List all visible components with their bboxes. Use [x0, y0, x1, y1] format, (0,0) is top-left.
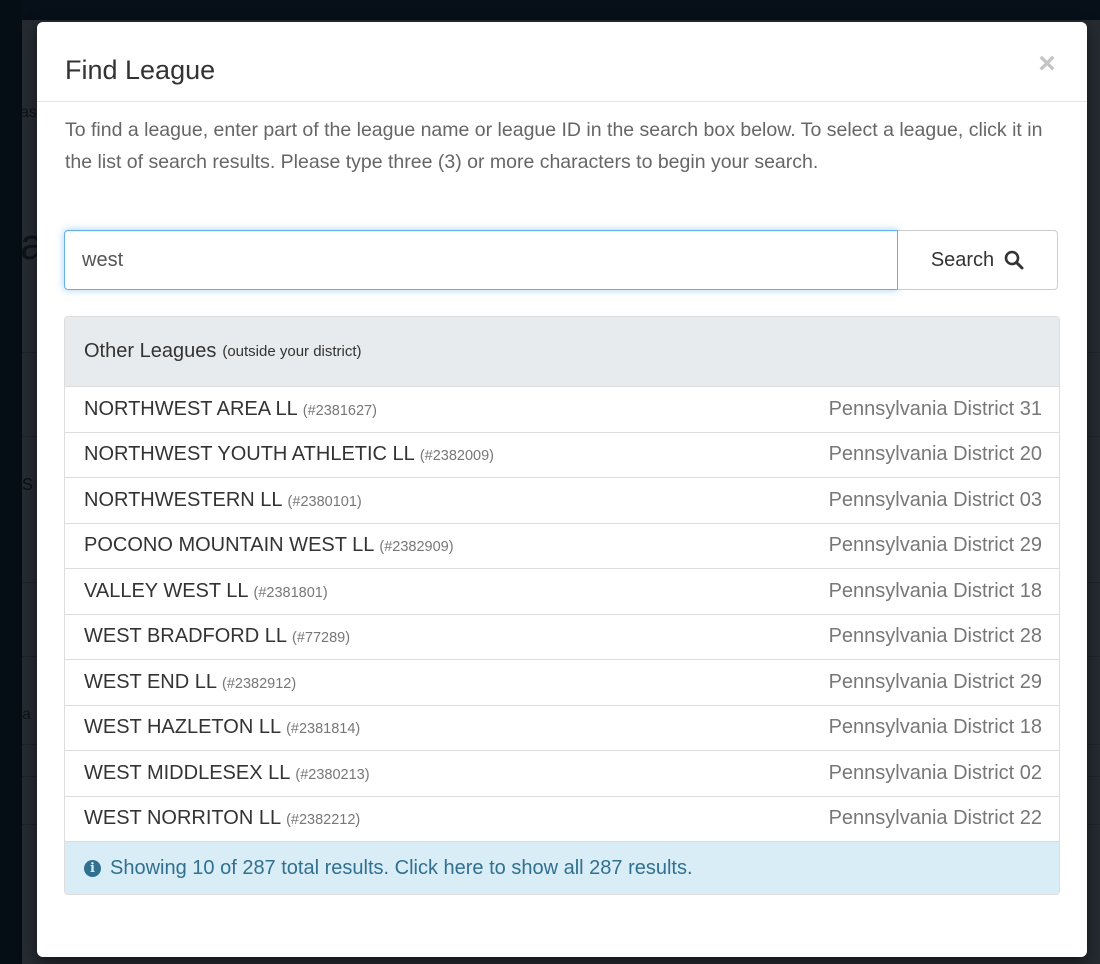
league-name: WEST HAZLETON LL	[84, 716, 282, 739]
league-district: Pennsylvania District 18	[828, 716, 1042, 739]
league-id: (#2381627)	[302, 402, 377, 419]
league-district: Pennsylvania District 18	[828, 579, 1042, 602]
league-district: Pennsylvania District 20	[828, 443, 1042, 466]
search-button-label: Search	[930, 248, 995, 271]
league-id: (#77289)	[292, 630, 351, 647]
league-id: (#2382912)	[222, 675, 297, 692]
league-result-row[interactable]: NORTHWEST AREA LL (#2381627) Pennsylvania…	[65, 387, 1059, 433]
league-name: NORTHWESTERN LL	[84, 488, 283, 511]
league-result-row[interactable]: WEST BRADFORD LL (#77289) Pennsylvania Di…	[65, 614, 1059, 660]
league-district: Pennsylvania District 29	[828, 534, 1042, 557]
info-icon: i	[84, 859, 101, 877]
league-name: WEST MIDDLESEX LL	[84, 761, 291, 784]
league-district: Pennsylvania District 31	[828, 397, 1042, 420]
search-input-group: Search	[64, 230, 1058, 290]
results-list: NORTHWEST AREA LL (#2381627) Pennsylvania…	[65, 387, 1059, 842]
league-id: (#2381814)	[286, 721, 361, 738]
league-district: Pennsylvania District 28	[828, 625, 1042, 648]
league-result-row[interactable]: WEST END LL (#2382912) Pennsylvania Distr…	[65, 660, 1059, 706]
league-name: WEST END LL	[84, 670, 217, 693]
instructions-text: To find a league, enter part of the leag…	[65, 119, 1043, 173]
league-result-row[interactable]: WEST MIDDLESEX LL (#2380213) Pennsylvania…	[65, 751, 1059, 797]
modal-header: Find League ×	[37, 22, 1087, 102]
league-district: Pennsylvania District 29	[828, 670, 1042, 693]
league-result-row[interactable]: NORTHWESTERN LL (#2380101) Pennsylvania D…	[65, 478, 1059, 524]
league-name: VALLEY WEST LL	[84, 579, 249, 602]
league-name: WEST BRADFORD LL	[84, 625, 287, 648]
league-id: (#2381801)	[253, 584, 328, 601]
search-input[interactable]	[64, 230, 898, 290]
league-district: Pennsylvania District 02	[828, 761, 1042, 784]
league-result-row[interactable]: POCONO MOUNTAIN WEST LL (#2382909) Pennsy…	[65, 523, 1059, 569]
modal-title: Find League	[65, 55, 216, 85]
league-id: (#2382909)	[379, 539, 454, 556]
results-panel: Other Leagues (outside your district) NO…	[64, 316, 1060, 895]
find-league-modal: Find League × To find a league, enter pa…	[37, 22, 1087, 957]
results-heading-title: Other Leagues	[84, 340, 217, 362]
league-name: NORTHWEST YOUTH ATHLETIC LL	[84, 443, 415, 466]
league-result-row[interactable]: WEST HAZLETON LL (#2381814) Pennsylvania …	[65, 705, 1059, 751]
results-heading: Other Leagues (outside your district)	[65, 317, 1059, 387]
search-icon	[1004, 250, 1024, 270]
league-name: WEST NORRITON LL	[84, 807, 282, 830]
league-result-row[interactable]: WEST NORRITON LL (#2382212) Pennsylvania …	[65, 796, 1059, 842]
show-all-results-link[interactable]: i Showing 10 of 287 total results. Click…	[65, 842, 1059, 894]
league-result-row[interactable]: VALLEY WEST LL (#2381801) Pennsylvania Di…	[65, 569, 1059, 615]
league-name: NORTHWEST AREA LL	[84, 397, 298, 420]
league-id: (#2382009)	[419, 448, 494, 465]
results-count-text: Showing 10 of 287 total results. Click h…	[110, 856, 693, 879]
results-heading-subtitle: (outside your district)	[222, 343, 362, 360]
close-icon[interactable]: ×	[1033, 48, 1061, 80]
league-result-row[interactable]: NORTHWEST YOUTH ATHLETIC LL (#2382009) Pe…	[65, 432, 1059, 478]
league-id: (#2382212)	[286, 812, 361, 829]
league-id: (#2380101)	[287, 493, 362, 510]
league-name: POCONO MOUNTAIN WEST LL	[84, 534, 375, 557]
search-button[interactable]: Search	[898, 230, 1058, 290]
league-id: (#2380213)	[295, 766, 370, 783]
league-district: Pennsylvania District 22	[828, 807, 1042, 830]
league-district: Pennsylvania District 03	[828, 488, 1042, 511]
